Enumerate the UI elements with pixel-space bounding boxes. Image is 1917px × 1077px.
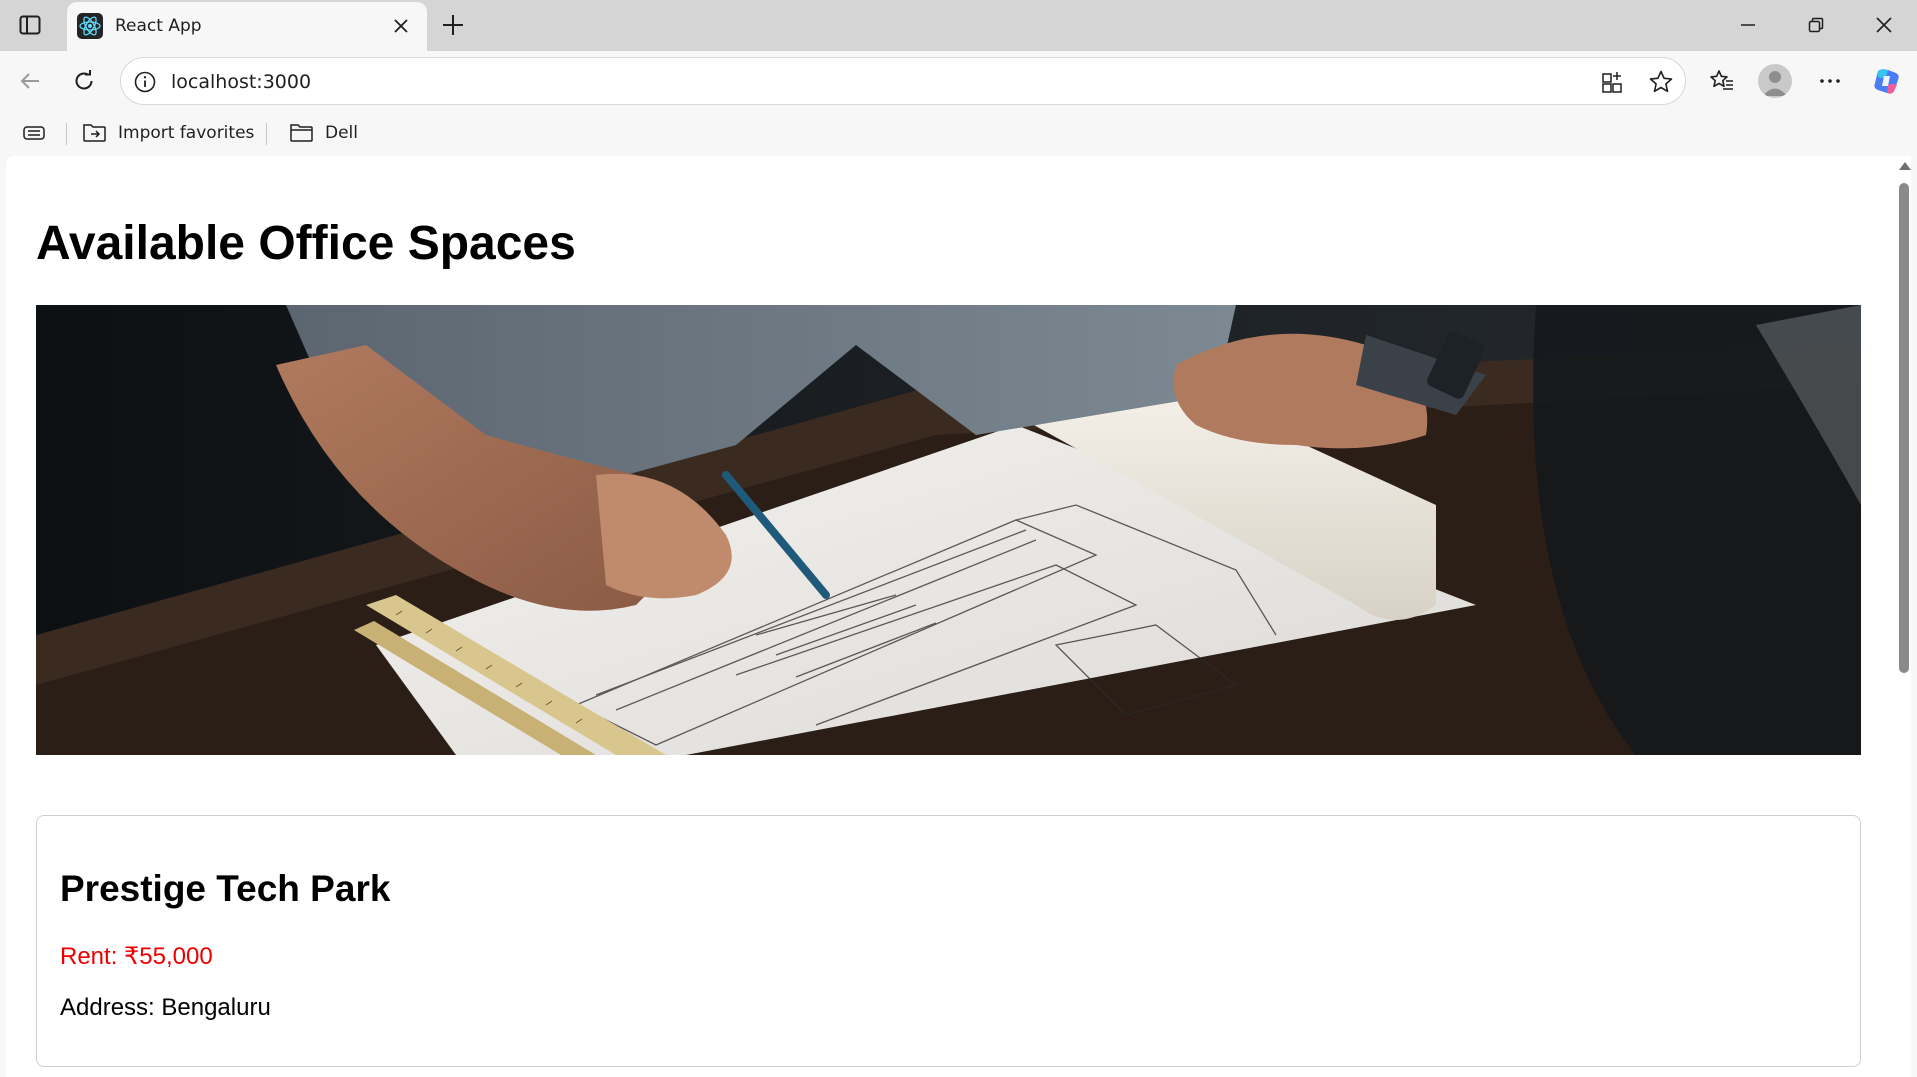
active-tab[interactable]: React App <box>67 2 427 51</box>
tab-actions-menu-button[interactable] <box>12 10 48 40</box>
address-bar[interactable]: localhost:3000 <box>120 57 1686 105</box>
listing-rent: Rent: ₹55,000 <box>60 943 213 970</box>
favorites-list-icon <box>1710 70 1733 90</box>
folder-icon <box>290 124 313 142</box>
browser-toolbar: localhost:3000 <box>0 51 1917 111</box>
react-logo-icon <box>77 13 103 39</box>
apps-grid-icon <box>1602 72 1622 93</box>
listing-address: Address: Bengaluru <box>60 994 271 1021</box>
vertical-scrollbar[interactable] <box>1896 156 1911 1077</box>
settings-more-button[interactable] <box>1810 61 1850 101</box>
page-title: Available Office Spaces <box>36 217 576 270</box>
bookmark-folder-dell[interactable]: Dell <box>289 119 358 147</box>
bookmark-separator <box>66 123 67 145</box>
architect-blueprint-photo <box>36 305 1861 755</box>
bookmark-import-favorites[interactable]: Import favorites <box>82 119 254 147</box>
add-favorite-button[interactable] <box>1647 68 1675 96</box>
scroll-up-arrow-icon[interactable] <box>1899 162 1911 170</box>
app-available-button[interactable] <box>1599 68 1627 96</box>
profile-avatar[interactable] <box>1758 64 1792 98</box>
page-viewport: Available Office Spaces Prestige Tech Pa… <box>6 156 1911 1077</box>
hero-image <box>36 305 1861 755</box>
tab-title: React App <box>115 16 202 36</box>
reload-button[interactable] <box>64 61 104 101</box>
address-url[interactable]: localhost:3000 <box>171 71 311 93</box>
back-button[interactable] <box>10 61 50 101</box>
favorites-button[interactable] <box>1702 61 1742 101</box>
plus-icon <box>443 15 463 35</box>
listing-name: Prestige Tech Park <box>60 868 391 909</box>
copilot-button[interactable] <box>1866 61 1906 101</box>
new-tab-button[interactable] <box>436 8 470 42</box>
site-info-icon[interactable] <box>133 70 157 94</box>
reload-icon <box>75 70 93 90</box>
bookmarks-menu-button[interactable] <box>22 119 46 147</box>
copilot-icon <box>1874 69 1899 94</box>
tab-actions-icon <box>19 15 41 35</box>
bookmark-label: Import favorites <box>118 123 255 143</box>
tab-close-button[interactable] <box>389 14 413 38</box>
star-icon <box>1649 70 1673 93</box>
favorites-bar: Import favorites Dell <box>0 111 1917 155</box>
more-horizontal-icon <box>1820 79 1840 83</box>
close-icon <box>394 19 408 33</box>
close-icon <box>1876 17 1892 33</box>
minimize-icon <box>1741 24 1755 26</box>
reading-list-icon <box>23 126 45 140</box>
arrow-left-icon <box>20 73 39 89</box>
import-folder-icon <box>83 124 106 142</box>
office-listing-card: Prestige Tech Park Rent: ₹55,000 Address… <box>36 815 1861 1067</box>
tab-strip: React App <box>0 0 1917 51</box>
bookmark-label: Dell <box>325 123 358 143</box>
scrollbar-thumb[interactable] <box>1899 183 1909 673</box>
person-icon <box>1763 71 1787 96</box>
minimize-button[interactable] <box>1714 0 1782 50</box>
restore-icon <box>1808 17 1824 33</box>
restore-button[interactable] <box>1782 0 1850 50</box>
bookmark-separator <box>266 123 267 145</box>
close-window-button[interactable] <box>1850 0 1917 50</box>
